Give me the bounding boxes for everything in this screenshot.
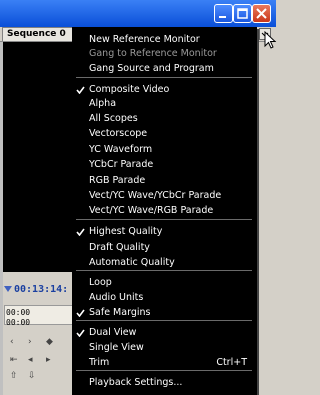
- menu-item-label: YC Waveform: [89, 144, 153, 155]
- menu-item-label: RGB Parade: [89, 175, 146, 186]
- menu-item[interactable]: Single View: [72, 340, 257, 356]
- minimize-icon: [219, 16, 226, 18]
- menu-item[interactable]: Trim Ctrl+T: [72, 355, 257, 371]
- menu-item-label: Safe Margins: [89, 307, 151, 318]
- mark-in-icon: ‹: [10, 337, 14, 347]
- menu-item-label: Automatic Quality: [89, 257, 175, 268]
- menu-item-label: Audio Units: [89, 292, 144, 303]
- menu-item[interactable]: Safe Margins: [72, 305, 257, 321]
- close-button[interactable]: [252, 4, 271, 23]
- tab-sequence[interactable]: Sequence 0: [2, 27, 74, 41]
- menu-item[interactable]: Gang Source and Program: [72, 61, 257, 77]
- menu-item-label: YCbCr Parade: [89, 159, 154, 170]
- menu-item-label: All Scopes: [89, 113, 138, 124]
- menu-item[interactable]: Playback Settings...: [72, 375, 257, 391]
- checkmark-icon: [76, 329, 85, 337]
- menu-item[interactable]: All Scopes: [72, 111, 257, 127]
- checkmark-icon: [76, 228, 85, 236]
- go-to-in-icon: ⇤: [10, 355, 18, 365]
- menu-item[interactable]: Highest Quality: [72, 224, 257, 240]
- step-back-icon: ◂: [28, 355, 33, 365]
- right-panel-edge: [258, 272, 272, 387]
- menu-item-label: Highest Quality: [89, 226, 163, 237]
- menu-item[interactable]: Gang to Reference Monitor: [72, 46, 257, 62]
- menu-item-label: Gang Source and Program: [89, 63, 214, 74]
- menu-item[interactable]: Loop: [72, 275, 257, 291]
- menu-item-label: Draft Quality: [89, 242, 150, 253]
- transport-controls: ‹ › ◆ ⇤ ◂ ▸ ⇧ ⇩: [10, 337, 53, 381]
- menu-item-label: Vect/YC Wave/YCbCr Parade: [89, 190, 222, 201]
- menu-item[interactable]: YCbCr Parade: [72, 157, 257, 173]
- menu-item[interactable]: RGB Parade: [72, 173, 257, 189]
- menu-separator: [76, 219, 252, 220]
- menu-separator: [76, 77, 252, 78]
- menu-item[interactable]: Audio Units: [72, 290, 257, 306]
- checkmark-icon: [76, 309, 85, 317]
- ruler-label-bottom: 00:00: [6, 318, 31, 327]
- menu-item[interactable]: Automatic Quality: [72, 255, 257, 271]
- maximize-button[interactable]: [233, 4, 252, 23]
- menu-item-label: Gang to Reference Monitor: [89, 48, 217, 59]
- monitor-panel-menu: New Reference Monitor Gang to Reference M…: [72, 27, 257, 395]
- menu-separator: [76, 370, 252, 371]
- ruler-label-top: 00:00: [6, 308, 31, 317]
- menu-item[interactable]: YC Waveform: [72, 142, 257, 158]
- menu-item-label: Vectorscope: [89, 128, 148, 139]
- menu-item-shortcut: Ctrl+T: [216, 357, 247, 368]
- checkmark-icon: [76, 86, 85, 94]
- menu-item[interactable]: Alpha: [72, 96, 257, 112]
- menu-separator: [76, 320, 252, 321]
- program-monitor-view: [3, 42, 73, 272]
- extract-icon: ⇩: [28, 371, 36, 381]
- set-marker-icon: ◆: [46, 337, 53, 347]
- menu-item-label: Vect/YC Wave/RGB Parade: [89, 205, 214, 216]
- menu-item-label: Trim: [89, 357, 110, 368]
- timecode-display[interactable]: 00:13:14:: [14, 284, 68, 295]
- menu-item-label: Loop: [89, 277, 112, 288]
- menu-item[interactable]: Vectorscope: [72, 126, 257, 142]
- menu-item[interactable]: Vect/YC Wave/YCbCr Parade: [72, 188, 257, 204]
- mark-out-icon: ›: [28, 337, 32, 347]
- menu-item[interactable]: Draft Quality: [72, 240, 257, 256]
- mouse-cursor-icon: [264, 31, 277, 49]
- menu-item-label: Dual View: [89, 327, 137, 338]
- menu-item-label: Alpha: [89, 98, 117, 109]
- menu-item[interactable]: Dual View: [72, 325, 257, 341]
- close-icon: [256, 8, 267, 19]
- menu-separator: [76, 270, 252, 271]
- playhead-marker-icon: [4, 286, 12, 292]
- minimize-button[interactable]: [214, 4, 233, 23]
- play-icon: ▸: [46, 355, 51, 365]
- maximize-icon: [237, 8, 248, 19]
- menu-item[interactable]: Vect/YC Wave/RGB Parade: [72, 203, 257, 219]
- menu-item-label: Single View: [89, 342, 144, 353]
- menu-item-label: Playback Settings...: [89, 377, 183, 388]
- lift-icon: ⇧: [10, 371, 18, 381]
